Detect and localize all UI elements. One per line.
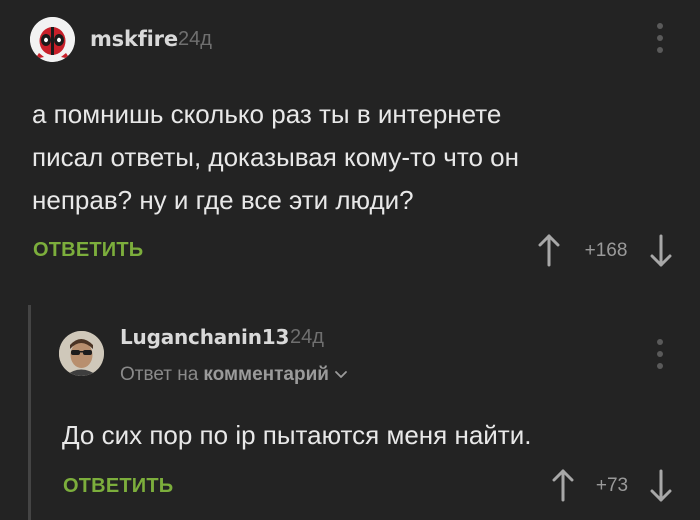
comment-text: а помнишь сколько раз ты в интернете пис… <box>32 99 519 215</box>
deadpool-avatar-icon <box>30 17 75 62</box>
chevron-down-icon[interactable] <box>334 370 348 380</box>
comment-time: 24д <box>178 28 212 50</box>
reply-button[interactable]: ОТВЕТИТЬ <box>63 475 173 498</box>
arrow-up-icon[interactable] <box>538 233 560 267</box>
rating-count: +168 <box>584 240 628 261</box>
reply-to-prefix: Ответ на <box>120 364 199 385</box>
avatar[interactable] <box>59 331 104 376</box>
arrow-up-icon[interactable] <box>552 468 574 502</box>
avatar[interactable] <box>30 17 75 62</box>
vertical-dots-icon <box>657 23 663 29</box>
arrow-down-icon[interactable] <box>650 234 672 268</box>
arrow-down-icon[interactable] <box>650 469 672 503</box>
username[interactable]: mskfire <box>90 27 178 51</box>
more-options-button[interactable] <box>656 23 664 53</box>
rating-count: +73 <box>595 475 629 496</box>
username[interactable]: Luganchanin13 <box>120 325 289 349</box>
reply-to-reference: Ответ на комментарий <box>120 364 348 386</box>
thread-line[interactable] <box>28 305 31 520</box>
reply-to-link[interactable]: комментарий <box>203 364 329 386</box>
comment-time: 24д <box>290 326 324 348</box>
reply-button[interactable]: ОТВЕТИТЬ <box>33 239 143 262</box>
more-options-button[interactable] <box>656 339 664 369</box>
vertical-dots-icon <box>657 339 663 345</box>
user-photo-icon <box>59 331 104 376</box>
comment-text: До сих пор по ip пытаются меня найти. <box>62 420 532 450</box>
